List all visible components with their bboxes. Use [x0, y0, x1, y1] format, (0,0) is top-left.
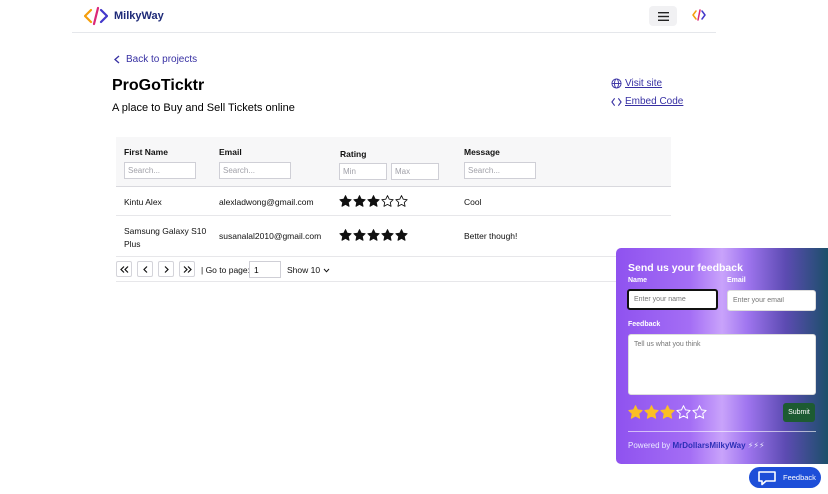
- column-header-message[interactable]: Message: [464, 147, 500, 157]
- feedback-textarea[interactable]: [628, 334, 816, 395]
- table-header: First Name Email Rating Message: [116, 137, 671, 187]
- star-filled-icon[interactable]: [660, 405, 675, 419]
- rating-min-input[interactable]: [339, 163, 387, 180]
- feedback-email-input[interactable]: [727, 290, 816, 311]
- cell-message: Cool: [464, 197, 482, 207]
- star-empty-icon[interactable]: [692, 405, 707, 419]
- cell-message: Better though!: [464, 231, 518, 241]
- star-empty-icon[interactable]: [676, 405, 691, 419]
- powered-by-brand-link[interactable]: MrDollarsMilkyWay: [672, 441, 745, 450]
- divider: [628, 431, 816, 432]
- column-header-rating[interactable]: Rating: [340, 149, 366, 159]
- page-subtitle: A place to Buy and Sell Tickets online: [112, 102, 295, 114]
- back-link-label: Back to projects: [126, 54, 198, 65]
- rating-stars: [339, 229, 409, 241]
- star-filled-icon: [381, 229, 394, 241]
- visit-site-link[interactable]: Visit site: [611, 78, 662, 89]
- feedback-toggle-label: Feedback: [783, 473, 816, 482]
- chevron-left-icon: [142, 265, 147, 273]
- powered-by: Powered by MrDollarsMilkyWay ⚡⚡⚡: [628, 441, 765, 450]
- embed-code-link[interactable]: Embed Code: [611, 96, 683, 107]
- star-filled-icon: [339, 229, 352, 241]
- star-filled-icon: [367, 195, 380, 207]
- last-page-button[interactable]: [179, 261, 195, 277]
- logo[interactable]: MilkyWay: [84, 6, 164, 26]
- chevron-right-icon: [164, 265, 169, 273]
- chevron-left-icon: [114, 55, 120, 64]
- logo-text: MilkyWay: [114, 10, 164, 22]
- header-code-link[interactable]: [692, 8, 706, 27]
- code-brackets-icon: [692, 9, 706, 21]
- star-empty-icon: [395, 195, 408, 207]
- star-filled-icon[interactable]: [628, 405, 643, 419]
- feedback-name-input[interactable]: [627, 289, 718, 310]
- star-filled-icon: [353, 229, 366, 241]
- feedback-table: First Name Email Rating Message Kintu Al…: [116, 137, 671, 257]
- feedback-rating-stars[interactable]: [628, 405, 708, 419]
- feedback-title: Send us your feedback: [628, 262, 743, 274]
- chat-bubble-icon: [758, 470, 776, 485]
- table-row: Kintu Alex alexladwong@gmail.com Cool: [116, 187, 671, 216]
- name-label: Name: [628, 277, 648, 284]
- page-size-select[interactable]: Show 10: [287, 265, 330, 275]
- feedback-label: Feedback: [628, 321, 661, 328]
- lightning-icons: ⚡⚡⚡: [747, 441, 765, 450]
- go-to-page-label: | Go to page:: [201, 265, 250, 275]
- go-to-page-input[interactable]: [249, 261, 281, 278]
- double-chevron-right-icon: [183, 265, 192, 273]
- embed-code-label: Embed Code: [625, 96, 684, 107]
- double-chevron-left-icon: [119, 265, 128, 273]
- star-empty-icon: [381, 195, 394, 207]
- column-header-first-name[interactable]: First Name: [124, 147, 168, 157]
- submit-button[interactable]: Submit: [783, 403, 815, 422]
- hamburger-icon: [657, 11, 669, 21]
- column-header-email[interactable]: Email: [219, 147, 242, 157]
- rating-stars: [339, 195, 409, 207]
- email-label: Email: [727, 277, 746, 284]
- menu-button[interactable]: [649, 6, 677, 26]
- code-brackets-icon: [84, 6, 108, 26]
- back-to-projects-link[interactable]: Back to projects: [114, 54, 197, 65]
- code-icon: [611, 97, 622, 106]
- cell-email: alexladwong@gmail.com: [219, 197, 314, 207]
- page-size-value: Show 10: [287, 265, 321, 275]
- pagination-bar: | Go to page: Show 10: [116, 258, 671, 282]
- powered-by-prefix: Powered by: [628, 441, 671, 450]
- email-search-input[interactable]: [219, 162, 291, 179]
- top-navbar: MilkyWay: [72, 0, 716, 33]
- table-row: Samsung Galaxy S10 Plus susanalal2010@gm…: [116, 216, 671, 257]
- star-filled-icon[interactable]: [644, 405, 659, 419]
- first-page-button[interactable]: [116, 261, 132, 277]
- star-filled-icon: [395, 229, 408, 241]
- star-filled-icon: [353, 195, 366, 207]
- rating-max-input[interactable]: [391, 163, 439, 180]
- feedback-widget-panel: Send us your feedback Name Email Feedbac…: [616, 248, 828, 464]
- previous-page-button[interactable]: [137, 261, 153, 277]
- feedback-toggle-button[interactable]: Feedback: [749, 467, 821, 488]
- star-filled-icon: [367, 229, 380, 241]
- globe-icon: [611, 78, 622, 89]
- message-search-input[interactable]: [464, 162, 536, 179]
- cell-first-name: Samsung Galaxy S10 Plus: [124, 226, 207, 249]
- chevron-down-icon: [323, 268, 330, 273]
- cell-email: susanalal2010@gmail.com: [219, 231, 322, 241]
- star-filled-icon: [339, 195, 352, 207]
- visit-site-label: Visit site: [625, 78, 663, 89]
- next-page-button[interactable]: [158, 261, 174, 277]
- first-name-search-input[interactable]: [124, 162, 196, 179]
- cell-first-name: Kintu Alex: [124, 197, 162, 207]
- page-title: ProGoTicktr: [112, 77, 205, 94]
